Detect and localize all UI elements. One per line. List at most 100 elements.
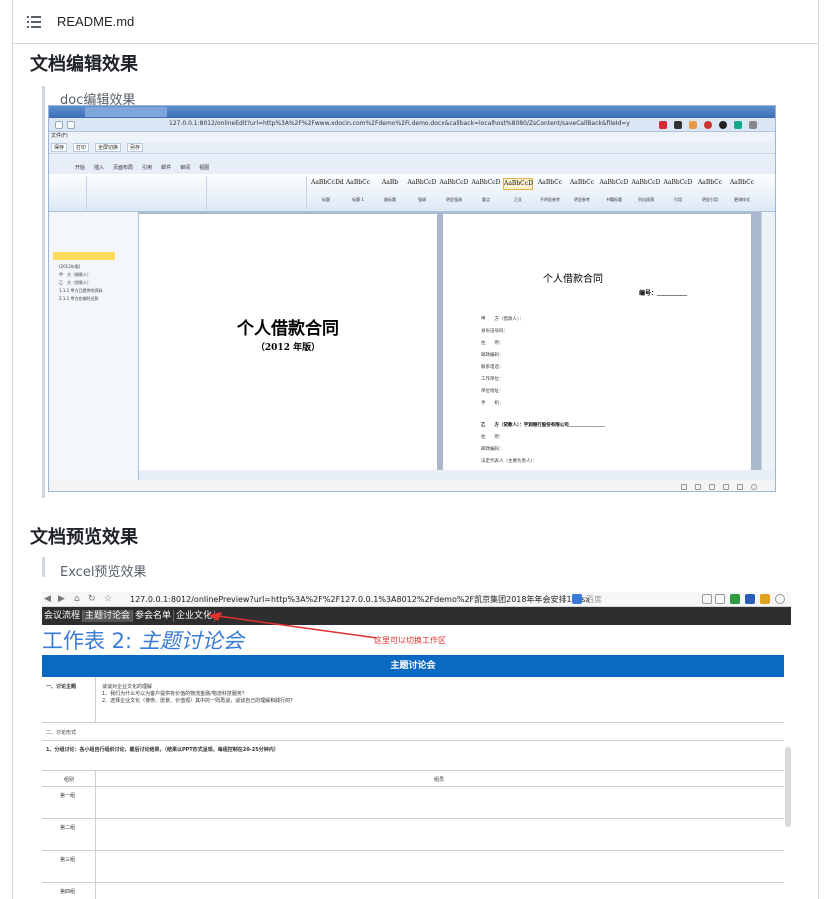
style-sample: AaBbCc xyxy=(697,179,723,186)
nav-item: 乙 方（贷款人） xyxy=(59,280,91,285)
view-icon xyxy=(695,484,701,490)
group-label: 第一组 xyxy=(60,793,76,799)
row-text: 1、分组讨论：各小组自行组织讨论，最后讨论结果，（结果以PPT形式呈现，每组控制… xyxy=(46,747,279,753)
form-field: 甲 方（借款人）： xyxy=(481,317,524,322)
forward-icon: ▶ xyxy=(58,594,65,604)
style-name: 明显引用 xyxy=(702,197,718,202)
table-row: 第三组 xyxy=(42,851,784,883)
style-sample: AaBbCcD xyxy=(599,179,629,186)
form-field: 法定代表人（主要负责人）： xyxy=(481,459,538,464)
style-sample: AaBbCc xyxy=(537,179,563,186)
black-circle-icon xyxy=(719,121,727,129)
search-engine-icon xyxy=(572,594,582,604)
document-scrollbar xyxy=(761,212,775,470)
table-banner: 主题讨论会 xyxy=(42,655,784,677)
style-name: 书籍标题 xyxy=(606,197,622,202)
sheet-tabs: 会议流程 主题讨论会 参会名单 企业文化 xyxy=(42,607,791,625)
view-icon xyxy=(723,484,729,490)
table-row: 一、讨论主题 谈谈对企业文化的理解 1、我们为什么可以为客户提供有价值的物流金融… xyxy=(42,677,784,723)
table-row: 第四组 xyxy=(42,883,784,899)
print-button: 打印 xyxy=(73,143,90,152)
page-icon xyxy=(715,594,725,604)
form-field: 住 所： xyxy=(481,341,504,346)
ribbon: AaBbCcDd AaBbCc AaBb AaBbCcD AaBbCcD AaB… xyxy=(49,174,775,212)
font-group xyxy=(87,176,207,210)
form-field: 单位地址： xyxy=(481,389,504,394)
page1-subtitle: （2012 年版） xyxy=(255,343,321,353)
word-editor-screenshot: 127.0.0.1:8012/onlineEdit?url=http%3A%2F… xyxy=(48,105,776,492)
style-sample: AaBbCcD xyxy=(439,179,469,186)
search-box: 百度 xyxy=(586,595,602,604)
status-bar xyxy=(49,480,775,491)
sheet-heading-prefix: 工作表 2: xyxy=(42,629,133,653)
style-name: 副标题 xyxy=(384,197,396,202)
style-name: 明显参考 xyxy=(574,197,590,202)
view-icon xyxy=(709,484,715,490)
search-icon xyxy=(702,594,712,604)
ribbon-tab: 视图 xyxy=(199,165,210,171)
style-sample: AaBb xyxy=(381,179,399,186)
nav-item: 1.1.1.甲方已提供的资料 xyxy=(59,288,103,293)
annotation-arrow xyxy=(208,612,378,639)
ribbon-tab: 页面布局 xyxy=(113,165,134,171)
ribbon-tab: 插入 xyxy=(94,165,105,171)
table-row: 第二组 xyxy=(42,819,784,851)
save-button: 保存 xyxy=(51,143,68,152)
ribbon-tab: 审阅 xyxy=(180,165,191,171)
extension-icon xyxy=(745,594,755,604)
ribbon-tabs: 开始 插入 页面布局 引用 邮件 审阅 视图 xyxy=(49,164,775,174)
clipboard-group xyxy=(49,176,87,210)
browser-address-bar: 127.0.0.1:8012/onlineEdit?url=http%3A%2F… xyxy=(49,118,775,132)
group-label: 第四组 xyxy=(60,889,76,895)
style-gallery: AaBbCcDd AaBbCc AaBb AaBbCcD AaBbCcD AaB… xyxy=(311,178,757,190)
word-toolbar: 保存 打印 全屏切换 另存 xyxy=(49,142,775,154)
document-area: 个人借款合同 （2012 年版） 个人借款合同 编号：＿＿＿＿＿ 甲 方（借款人… xyxy=(139,212,761,470)
style-sample: AaBbCc xyxy=(729,179,755,186)
refresh-icon: ↻ xyxy=(88,594,96,604)
style-name: 更改样式 xyxy=(734,197,750,202)
star-icon: ☆ xyxy=(104,594,113,604)
excel-url: 127.0.0.1:8012/onlinePreview?url=http%3A… xyxy=(130,595,590,604)
red-circle-icon xyxy=(704,121,712,129)
style-name: 要点 xyxy=(482,197,490,202)
page1-title: 个人借款合同 xyxy=(237,319,339,339)
table-row: 二、讨论形式 xyxy=(42,723,784,741)
form-field: 住 所： xyxy=(481,435,504,440)
nav-item: 2.1.1.甲方应按时还款 xyxy=(59,296,99,301)
ribbon-tab: 引用 xyxy=(142,165,153,171)
browser-tab xyxy=(85,107,167,117)
green-extension-icon xyxy=(734,121,742,129)
browser-title-bar xyxy=(49,106,775,118)
style-sample: AaBbCc xyxy=(345,179,371,186)
style-name: 标题 1 xyxy=(352,197,364,202)
column-header: 组员 xyxy=(434,777,445,783)
fullscreen-button: 全屏切换 xyxy=(95,143,122,152)
word-url: 127.0.0.1:8012/onlineEdit?url=http%3A%2F… xyxy=(169,120,630,127)
excel-preview-screenshot: ◀ ▶ ⌂ ↻ ☆ 127.0.0.1:8012/onlinePreview?u… xyxy=(42,592,791,899)
sheet-tab: 参会名单 xyxy=(133,610,175,622)
row-text: 谈谈对企业文化的理解 xyxy=(102,684,153,690)
row-text: 2、选择企业文化（使命、愿景、价值观）其中的一则再谈，谈谈自己的理解和践行的？ xyxy=(102,698,296,704)
style-name: 引用 xyxy=(674,197,682,202)
table-row: 第一组 xyxy=(42,787,784,819)
blockquote-edit xyxy=(42,86,45,498)
form-field: 乙 方（贷款人）：宇润银行股份有限公司＿＿＿＿＿＿＿＿ xyxy=(481,423,605,428)
nav-item: 甲 方（借款人） xyxy=(59,272,91,277)
style-name: 明显强调 xyxy=(446,197,462,202)
paragraph-group xyxy=(207,176,307,210)
group-label: 第二组 xyxy=(60,825,76,831)
save-as-button: 另存 xyxy=(127,143,144,152)
view-icon xyxy=(737,484,743,490)
shield-icon xyxy=(730,594,740,604)
file-header: README.md xyxy=(13,0,819,44)
quote-text-preview: Excel预览效果 xyxy=(60,565,147,580)
list-icon[interactable] xyxy=(27,15,41,28)
style-names: 标题 标题 1 副标题 强调 明显强调 要点 正文 不明显参考 明显参考 书籍标… xyxy=(311,197,757,203)
form-field: 邮政编码： xyxy=(481,353,504,358)
view-icon xyxy=(681,484,687,490)
dark-extension-icon xyxy=(674,121,682,129)
section-heading-edit: 文档编辑效果 xyxy=(30,54,138,75)
form-field: 身份证号码： xyxy=(481,329,508,334)
home-icon: ⌂ xyxy=(74,594,80,604)
group-label: 第三组 xyxy=(60,857,76,863)
